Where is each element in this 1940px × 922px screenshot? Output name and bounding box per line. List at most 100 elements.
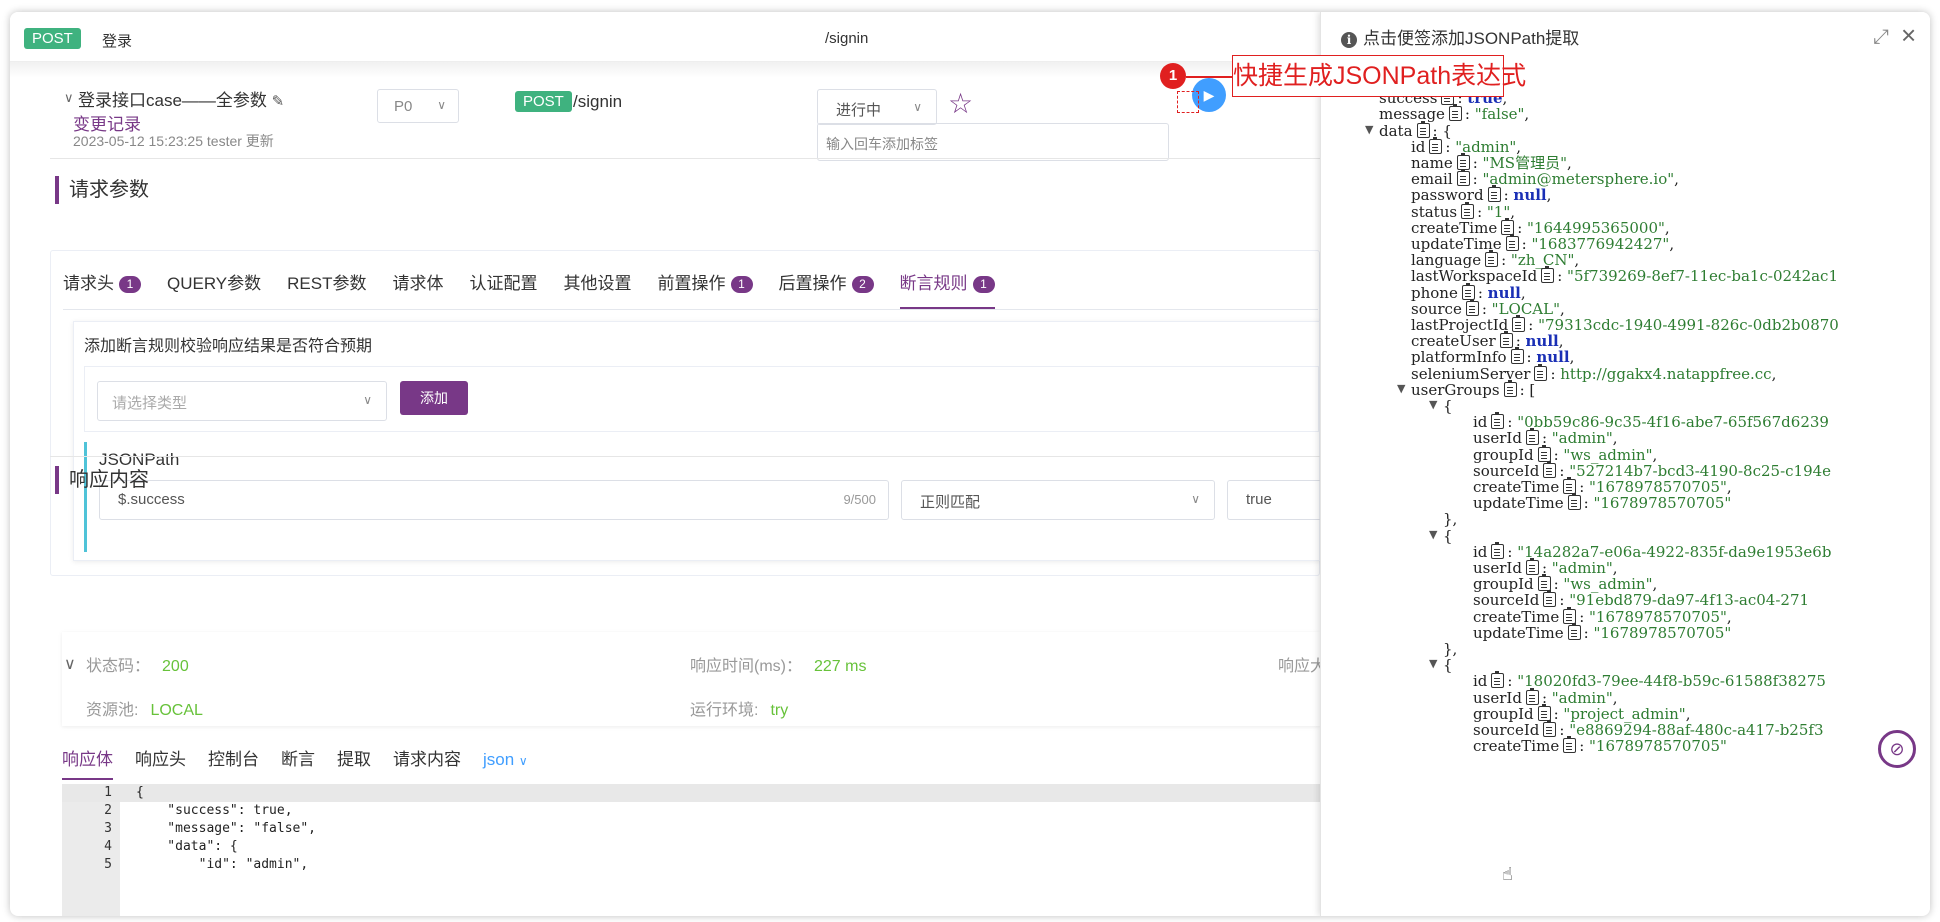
chevron-down-icon[interactable]: ∨ <box>64 654 76 674</box>
tab-response-headers[interactable]: 响应头 <box>135 746 186 780</box>
clipboard-icon[interactable] <box>1537 444 1551 462</box>
collapse-triangle-icon[interactable]: ▼ <box>1397 382 1405 395</box>
expected-value-input[interactable]: true <box>1227 480 1327 520</box>
clipboard-icon[interactable] <box>1491 541 1505 559</box>
tab-query[interactable]: QUERY参数 <box>167 269 261 309</box>
tab-body[interactable]: 请求体 <box>393 269 444 309</box>
jsonpath-input[interactable]: $.success 9/500 <box>99 480 889 520</box>
tab-response-body[interactable]: 响应体 <box>62 746 113 780</box>
clipboard-icon[interactable] <box>1537 574 1551 592</box>
json-value: "1678978570705" <box>1593 494 1732 513</box>
status-code-value: 200 <box>162 658 189 675</box>
clipboard-icon[interactable] <box>1534 363 1548 381</box>
tab-pre-ops[interactable]: 前置操作 1 <box>658 269 753 309</box>
chevron-down-icon: ∨ <box>437 98 446 112</box>
status-select[interactable]: 进行中 ∨ <box>817 89 937 125</box>
line-number: 4 <box>104 839 112 854</box>
clipboard-icon[interactable] <box>1456 169 1470 187</box>
tab-auth[interactable]: 认证配置 <box>470 269 538 309</box>
status-value: 进行中 <box>836 102 882 119</box>
tab-assertion[interactable]: 断言 <box>281 746 315 780</box>
response-panel: ∨ 状态码： 200 响应时间(ms)： 227 ms 响应大 资源池: LOCAL … <box>62 632 1326 916</box>
star-icon[interactable]: ☆ <box>948 87 973 120</box>
json-bracket: { <box>1443 397 1453 415</box>
collapse-triangle-icon[interactable]: ▼ <box>1429 657 1437 670</box>
line-number: 5 <box>104 857 112 872</box>
code-editor[interactable]: 1{ 2 "success": true, 3 "message": "fals… <box>62 784 1320 916</box>
clipboard-icon[interactable] <box>1543 590 1557 608</box>
json-value: "5f739269-8ef7-11ec-ba1c-0242ac1 <box>1567 267 1839 286</box>
tab-label: 断言规则 <box>899 274 968 293</box>
request-tabs: 请求头 1 QUERY参数 REST参数 请求体 认证配置 其他设置 前置操作 1 … <box>63 269 1021 309</box>
clipboard-icon[interactable] <box>1461 282 1475 300</box>
clipboard-icon[interactable] <box>1499 331 1513 349</box>
match-mode-select[interactable]: 正则匹配 ∨ <box>901 480 1215 520</box>
clipboard-icon[interactable] <box>1465 298 1479 316</box>
clipboard-icon[interactable] <box>1563 736 1577 754</box>
collapse-triangle-icon[interactable]: ▼ <box>1365 123 1373 136</box>
clipboard-icon[interactable] <box>1501 217 1515 235</box>
tab-label: 其他设置 <box>563 274 632 293</box>
compass-icon[interactable]: ⊘ <box>1878 730 1916 768</box>
clipboard-icon[interactable] <box>1537 703 1551 721</box>
code-line: 4 "data": { <box>62 838 1320 856</box>
clipboard-icon[interactable] <box>1461 201 1475 219</box>
tab-headers[interactable]: 请求头 1 <box>63 269 141 309</box>
clipboard-icon[interactable] <box>1525 687 1539 705</box>
code-line: 3 "message": "false", <box>62 820 1320 838</box>
clipboard-icon[interactable] <box>1525 558 1539 575</box>
divider <box>50 456 1320 457</box>
clipboard-icon[interactable] <box>1563 477 1577 494</box>
clipboard-icon[interactable] <box>1491 412 1505 430</box>
case-title[interactable]: 登录接口case——全参数 ✎ <box>78 86 284 111</box>
response-time-value: 227 ms <box>814 658 867 675</box>
tab-console[interactable]: 控制台 <box>208 746 259 780</box>
clipboard-icon[interactable] <box>1448 104 1462 122</box>
json-tree-row: { <box>1443 526 1453 546</box>
edit-icon[interactable]: ✎ <box>272 93 285 110</box>
code-line: 1{ <box>62 784 1320 802</box>
clipboard-icon[interactable] <box>1487 185 1501 203</box>
clipboard-icon[interactable] <box>1543 720 1557 737</box>
clipboard-icon[interactable] <box>1503 379 1517 397</box>
tab-other-settings[interactable]: 其他设置 <box>564 269 632 309</box>
clipboard-icon[interactable] <box>1491 671 1505 689</box>
clipboard-icon[interactable] <box>1485 250 1499 268</box>
json-colon: : <box>1464 105 1475 124</box>
clipboard-icon[interactable] <box>1505 234 1519 251</box>
run-env-label: 运行环境: <box>690 702 759 719</box>
collapse-triangle-icon[interactable]: ▼ <box>1429 528 1437 541</box>
format-select[interactable]: json ∨ <box>483 746 528 780</box>
tab-request-content[interactable]: 请求内容 <box>393 746 461 780</box>
side-panel-header: i 点击便签添加JSONPath提取 <box>1341 24 1579 49</box>
clipboard-icon[interactable] <box>1416 120 1430 138</box>
priority-select[interactable]: P0 ∨ <box>377 89 459 123</box>
collapse-triangle-icon[interactable]: ▼ <box>1429 398 1437 411</box>
type-select[interactable]: 请选择类型 ∨ <box>97 381 387 421</box>
clipboard-icon[interactable] <box>1543 460 1557 478</box>
clipboard-icon[interactable] <box>1510 347 1524 365</box>
tab-rest[interactable]: REST参数 <box>287 269 366 309</box>
json-value: http://ggakx4.natappfree.cc <box>1560 364 1772 383</box>
count-badge: 1 <box>119 276 141 293</box>
clipboard-icon[interactable] <box>1456 153 1470 170</box>
clipboard-icon[interactable] <box>1541 266 1555 284</box>
clipboard-icon[interactable] <box>1525 428 1539 446</box>
response-tabs: 响应体 响应头 控制台 断言 提取 请求内容 json ∨ <box>62 746 550 780</box>
close-icon[interactable]: × <box>1901 20 1916 51</box>
tab-assertions[interactable]: 断言规则 1 <box>899 269 995 309</box>
chevron-down-icon[interactable]: ∨ <box>64 90 74 106</box>
clipboard-icon[interactable] <box>1567 622 1581 640</box>
count-badge: 1 <box>730 276 753 293</box>
tab-extract[interactable]: 提取 <box>337 746 371 780</box>
tab-label: 请求头 <box>63 274 114 293</box>
add-button[interactable]: 添加 <box>400 381 468 415</box>
tab-post-ops[interactable]: 后置操作 2 <box>779 269 874 309</box>
api-path: /signin <box>825 30 869 47</box>
clipboard-icon[interactable] <box>1567 493 1581 511</box>
expand-icon[interactable]: ⤢ <box>1873 26 1889 49</box>
tag-input[interactable]: 输入回车添加标签 <box>817 123 1169 161</box>
clipboard-icon[interactable] <box>1429 136 1443 154</box>
clipboard-icon[interactable] <box>1563 606 1577 624</box>
clipboard-icon[interactable] <box>1512 315 1526 332</box>
